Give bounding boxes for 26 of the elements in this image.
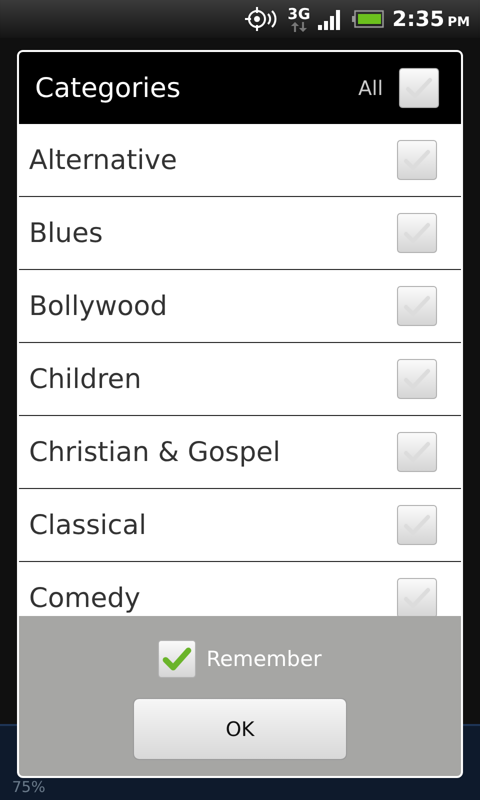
checkbox[interactable] [397, 286, 437, 326]
checkbox[interactable] [399, 68, 439, 108]
checkbox[interactable] [397, 359, 437, 399]
battery-icon [352, 10, 384, 28]
category-label[interactable]: Alternative [29, 144, 397, 176]
checkbox[interactable] [397, 432, 437, 472]
category-label[interactable]: Bollywood [29, 290, 397, 322]
network-type: 3G [288, 6, 310, 22]
clock-meridiem: PM [448, 14, 470, 30]
checkbox[interactable] [397, 578, 437, 616]
percentage-text: 75% [12, 778, 46, 796]
data-arrows-icon [290, 22, 308, 32]
checkbox[interactable] [397, 213, 437, 253]
clock-time: 2:35 [392, 7, 445, 31]
category-label[interactable]: Classical [29, 510, 397, 540]
category-label[interactable]: Blues [29, 218, 397, 248]
checkbox[interactable] [158, 640, 196, 678]
ok-button[interactable]: OK [133, 698, 347, 760]
category-label[interactable]: Children [29, 364, 397, 394]
remember-label: Remember [206, 647, 322, 671]
checkbox[interactable] [397, 505, 437, 545]
all-label: All [358, 76, 383, 100]
category-label[interactable]: Comedy [29, 582, 397, 614]
checkbox[interactable] [397, 140, 437, 180]
dialog-title: Categories [35, 72, 182, 104]
category-label[interactable]: Christian & Gospel [29, 436, 397, 468]
